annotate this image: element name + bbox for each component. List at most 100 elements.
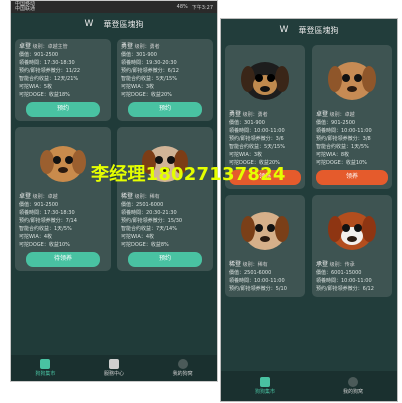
carrier-info: 中国移动 中国联通 [15,2,35,12]
watermark-text: 李经理18027137824 [91,164,286,185]
tab-label: 我的狗窝 [172,371,193,377]
app-header: W 華登區塊狗 [221,19,397,41]
grid-icon [259,377,270,387]
dog-grid: 卓登 级别：卓越主管 價值：901-2500 領養時間：17:30-18:30 … [11,35,217,275]
dog-time: 領養時間：10:00-11:00 [316,128,372,134]
dog-name: 稀登 [229,261,242,268]
dog-time: 領養時間：20:30-21:30 [121,210,177,216]
adopt-button[interactable]: 领养 [316,170,388,185]
dog-level-label: 级别： [242,112,258,118]
status-bar: 中国移动 中国联通 48% 下午3:27 [11,1,217,13]
reserve-button[interactable]: 预约 [128,252,202,267]
tab-label: 服務中心 [103,371,124,377]
tab-my-kennel[interactable]: 我的狗窝 [173,359,193,377]
dog-wia: 可挖WIA：3枚 [229,152,263,158]
spaniel-puppy-image [317,199,387,261]
dog-price: 價值：901-2500 [19,52,59,58]
dog-icon [40,146,86,182]
dog-card: 稀登 级别：稀有 價值：2501-6000 領養時間：20:30-21:30 预… [117,127,213,271]
dog-contract: 智能合约收益：5天/15% [229,144,285,150]
dog-reserve: 预约/即抢领养微分：6/12 [316,286,374,292]
carrier-2: 中国联通 [15,6,36,12]
dog-doge: 可挖DOGE：收益10% [19,242,70,248]
tab-dog-market[interactable]: 狗狗集市 [35,359,55,377]
dog-name: 卓登 [19,193,32,200]
dog-time: 領養時間：17:30-18:30 [19,210,75,216]
tab-label: 狗狗集市 [254,389,275,395]
dog-card: 承登 级别：传承 價值：6001-15000 領養時間：10:00-11:00 … [312,195,392,297]
tab-service-center[interactable]: 服務中心 [104,359,124,377]
dog-card: 卓登 级别：卓越 價值：901-2500 領養時間：10:00-11:00 预约… [312,45,392,189]
dog-price: 價值：301-900 [229,120,265,126]
dog-wia: 可挖WIA：4枚 [19,234,53,240]
dog-level-value: 稀有 [257,262,268,268]
user-icon [177,359,188,369]
dog-reserve: 预约/即抢领养微分：5/10 [229,286,287,292]
dog-level-label: 级别： [32,44,48,50]
status-right: 48% 下午3:27 [177,4,213,11]
dog-card: 勇登 级别：勇者 價值：301-900 領養時間：19:30-20:30 预约/… [117,39,213,121]
dog-name: 勇登 [121,43,134,50]
dog-time: 領養時間：10:00-11:00 [316,278,372,284]
dog-level-value: 勇者 [257,112,268,118]
dog-level-value: 勇者 [149,44,160,50]
pending-button[interactable]: 待领养 [26,252,100,267]
dog-contract: 智能合约收益：1天/5% [19,226,72,232]
dog-doge: 可挖DOGE：收益10% [316,160,367,166]
tab-my-kennel[interactable]: 我的狗窝 [343,377,363,395]
dog-price: 價值：2501-6000 [229,270,272,276]
app-title: 華登區塊狗 [103,19,144,29]
grid-icon [40,359,51,369]
dog-icon [328,62,376,100]
app-logo-icon: W [279,25,289,35]
dog-price: 價值：6001-15000 [316,270,362,276]
dog-price: 價值：901-2500 [316,120,356,126]
service-icon [108,359,119,369]
dog-contract: 智能合约收益：1天/5% [316,144,369,150]
dog-contract: 智能合约收益：12天/21% [19,76,79,82]
dog-wia: 可挖WIA：4枚 [121,234,155,240]
dog-level-value: 稀有 [149,194,160,200]
battery-percent: 48% [176,3,188,10]
dachshund-puppy-image [28,131,98,193]
dog-name: 勇登 [229,111,242,118]
dog-level-label: 级别： [134,194,150,200]
dog-doge: 可挖DOGE：收益20% [121,92,172,98]
dog-level-value: 卓越主管 [47,44,68,50]
app-logo-icon: W [84,19,94,29]
reserve-button[interactable]: 预约 [26,102,100,117]
right-phone-screen: W 華登區塊狗 勇登 级别：勇者 價值：301-900 領養時間：10:00-1… [220,18,398,402]
black-and-tan-puppy-image [230,49,300,111]
dog-wia: 可挖WIA：8枚 [316,152,350,158]
dog-doge: 可挖DOGE：收益8% [121,242,169,248]
dog-icon [241,62,289,100]
dog-name: 稀登 [121,193,134,200]
reserve-button[interactable]: 预约 [128,102,202,117]
dog-reserve: 预约/即抢领养微分：11/22 [19,68,81,74]
dog-name: 承登 [316,261,329,268]
dog-time: 領養時間：17:30-18:30 [19,60,75,66]
dog-reserve: 预约/即抢领养微分：3/6 [229,136,284,142]
dog-name: 卓登 [19,43,32,50]
dog-doge: 可挖DOGE：收益18% [19,92,70,98]
dog-level-value: 传承 [344,262,355,268]
dog-reserve: 预约/即抢领养微分：15/30 [121,218,183,224]
dog-card: 卓登 级别：卓越 價值：901-2500 領養時間：17:30-18:30 预约… [15,127,111,271]
status-time: 下午3:27 [191,4,213,11]
dog-price: 價值：301-900 [121,52,157,58]
dog-time: 領養時間：10:00-11:00 [229,278,285,284]
dog-price: 價值：2501-6000 [121,202,164,208]
dog-card: 卓登 级别：卓越主管 價值：901-2500 領養時間：17:30-18:30 … [15,39,111,121]
dog-level-label: 级别： [134,44,150,50]
app-header: W 華登區塊狗 [11,13,217,35]
dog-wia: 可挖WIA：3枚 [121,84,155,90]
user-icon [347,377,358,387]
tab-label: 我的狗窝 [342,389,363,395]
dog-level-label: 级别： [329,262,345,268]
dog-price: 價值：901-2500 [19,202,59,208]
tab-dog-market[interactable]: 狗狗集市 [255,377,275,395]
dog-card: 稀登 级别：稀有 價值：2501-6000 領養時間：10:00-11:00 预… [225,195,305,297]
dog-level-value: 卓越 [344,112,355,118]
beagle-puppy-image [230,199,300,261]
dog-wia: 可挖WIA：5枚 [19,84,53,90]
